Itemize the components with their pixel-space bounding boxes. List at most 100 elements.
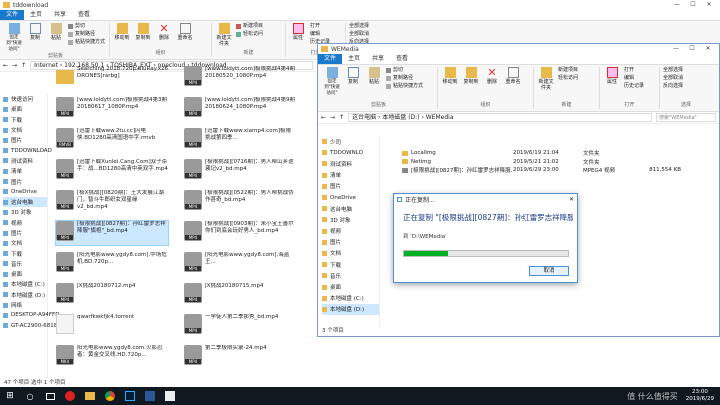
copy-to-button[interactable]: 复制到 <box>462 67 480 85</box>
nav-item[interactable]: 图片 <box>3 135 47 145</box>
file-tile[interactable]: MP4 [迅雷下载www.xiamp4.com]极限挑战第四季... <box>184 128 296 152</box>
nav-item[interactable]: TDDOWNLO <box>322 147 379 158</box>
task-view-button[interactable] <box>40 387 60 405</box>
photoshop-button[interactable] <box>120 387 140 405</box>
easy-access-button[interactable]: 轻松访问 <box>236 31 263 38</box>
nav-item[interactable]: 清单 <box>3 166 47 176</box>
paste-button[interactable]: 粘贴 <box>47 23 65 41</box>
tab-view[interactable]: 查看 <box>390 54 414 64</box>
open-button[interactable]: 打开 <box>310 23 330 30</box>
file-tile[interactable]: MP4 [极限挑战][0903期]：米小宝王善尔你们到底会玩好男人_bd.mp4 <box>184 221 296 245</box>
cut-button[interactable]: 剪切 <box>386 67 423 74</box>
edit-button[interactable]: 编辑 <box>310 31 330 38</box>
nav-item[interactable]: 本地磁盘 (C:) <box>322 293 379 304</box>
app-button[interactable] <box>140 387 160 405</box>
properties-button[interactable]: 属性 <box>289 23 307 41</box>
up-arrow-icon[interactable]: ↑ <box>339 114 344 121</box>
copy-to-button[interactable]: 复制到 <box>134 23 152 41</box>
file-row[interactable]: LocalImg 2019/6/19 21:04 文件夹 <box>402 149 719 158</box>
back-arrow-icon[interactable]: ← <box>3 62 8 69</box>
copy-path-button[interactable]: 复制路径 <box>386 75 423 82</box>
file-tile[interactable]: MP4 第二季极限实录-24.mp4 <box>184 345 296 369</box>
paste-shortcut-button[interactable]: 粘贴快捷方式 <box>68 39 105 46</box>
nav-item[interactable]: 下载 <box>322 259 379 270</box>
up-arrow-icon[interactable]: ↑ <box>21 62 26 69</box>
history-button[interactable]: 历史记录 <box>624 83 644 90</box>
dialog-close-button[interactable]: ✕ <box>569 196 574 203</box>
start-button[interactable]: ⊞ <box>0 387 20 405</box>
maximize-button[interactable]: ☐ <box>684 44 700 54</box>
nav-item[interactable]: 图片 <box>322 237 379 248</box>
nav-item[interactable]: 视频 <box>3 218 47 228</box>
file-tile[interactable]: MP4 JX挑战20180715.mp4 <box>184 283 296 307</box>
search-input[interactable]: 搜索"WEMedia" <box>656 113 716 122</box>
new-folder-button[interactable]: 新建文件夹 <box>537 67 555 91</box>
copy-button[interactable]: 复制 <box>344 67 362 85</box>
nav-item[interactable]: 音乐 <box>322 270 379 281</box>
move-to-button[interactable]: 移动到 <box>113 23 131 41</box>
nav-item[interactable]: 测试资料 <box>322 158 379 169</box>
app2-button[interactable] <box>160 387 180 405</box>
nav-item[interactable]: 桌面 <box>3 104 47 114</box>
nav-item[interactable]: DESKTOP-A94FFD <box>3 310 59 320</box>
nav-item[interactable]: 少司 <box>322 136 379 147</box>
nav-item[interactable]: 音乐 <box>3 259 47 269</box>
forward-arrow-icon[interactable]: → <box>12 62 17 69</box>
select-all-button[interactable]: 全部选择 <box>349 23 393 30</box>
nav-item[interactable]: 3D 对象 <box>3 207 47 217</box>
easy-access-button[interactable]: 轻松访问 <box>558 75 578 82</box>
nav-item[interactable]: 图片 <box>3 176 47 186</box>
file-tile[interactable]: MP4 [www.loldytt.com]极限挑战4第9期20180624_108… <box>184 97 296 121</box>
file-tile[interactable]: RMVB [迅雷下载www.2tu.cc]闪电侠.BD1280高清国语中字.rmv… <box>56 128 168 152</box>
open-button[interactable]: 打开 <box>624 67 644 74</box>
nav-item[interactable]: 图片 <box>322 181 379 192</box>
nav-item[interactable]: GT-AC2900-6818 <box>3 321 57 331</box>
rename-button[interactable]: 重命名 <box>176 23 194 41</box>
tab-home[interactable]: 主页 <box>24 10 48 20</box>
cut-button[interactable]: 剪切 <box>68 23 105 30</box>
tab-share[interactable]: 共享 <box>366 54 390 64</box>
back-arrow-icon[interactable]: ← <box>321 114 326 121</box>
nav-item[interactable]: 网络 <box>3 300 47 310</box>
tab-view[interactable]: 查看 <box>72 10 96 20</box>
nav-item[interactable]: 测试资料 <box>3 156 47 166</box>
nav-item[interactable]: OneDrive <box>3 187 47 197</box>
nav-item[interactable]: 桌面 <box>322 281 379 292</box>
nav-item[interactable]: 视频 <box>322 226 379 237</box>
address-path[interactable]: 这台电脑 › 本地磁盘 (D:) › WEMedia <box>348 113 652 122</box>
pin-quick-access-button[interactable]: 固定到"快速访问" <box>323 67 341 97</box>
nav-item[interactable]: 文档 <box>322 248 379 259</box>
file-tile[interactable]: SearchIng.2018.720p.BluRay.x264-DRONES[r… <box>56 66 168 90</box>
tab-home[interactable]: 主页 <box>342 54 366 64</box>
tab-share[interactable]: 共享 <box>48 10 72 20</box>
maximize-button[interactable]: ☐ <box>685 0 701 10</box>
select-none-button[interactable]: 全部取消 <box>663 75 683 82</box>
file-tile[interactable]: MP4 一学徒人第二季那秀_bd.mp4 <box>184 314 296 338</box>
file-explorer-button[interactable] <box>80 387 100 405</box>
chrome-button[interactable] <box>100 387 120 405</box>
file-tile[interactable]: MP4 [www.loldytt.com]极限挑战4第4期20180520_108… <box>184 66 296 90</box>
file-row[interactable]: [极限挑战][0827期]：孙红雷罗志祥降服... 2019/6/29 23:00… <box>402 166 719 175</box>
nav-item[interactable]: 下载 <box>3 115 47 125</box>
rename-button[interactable]: 重命名 <box>504 67 522 85</box>
nav-item[interactable]: TDDOWNLOAD <box>3 145 52 155</box>
file-tile[interactable]: MP4 [阳光电影www.ygdy8.com].中场危机.BD.720p... <box>56 252 168 276</box>
invert-selection-button[interactable]: 反向选择 <box>663 83 683 90</box>
delete-button[interactable]: ✕ 删除 <box>155 23 173 41</box>
nav-item[interactable]: 文档 <box>3 238 47 248</box>
nav-item[interactable]: 快速访问 <box>3 94 47 104</box>
file-tile[interactable]: qwarfkwkfjk4.torrent <box>56 314 168 338</box>
file-row[interactable]: Netimg 2019/5/21 21:02 文件夹 <box>402 158 719 167</box>
file-tile[interactable]: MP4 [极限挑战][0716期]：男人帮山乡逆袭记v2_bd.mp4 <box>184 159 296 183</box>
paste-button[interactable]: 粘贴 <box>365 67 383 85</box>
nav-item[interactable]: 图片 <box>3 228 47 238</box>
nav-item[interactable]: 文档 <box>3 125 47 135</box>
paste-shortcut-button[interactable]: 粘贴快捷方式 <box>386 83 423 90</box>
nav-item[interactable]: 下载 <box>3 248 47 258</box>
file-tile[interactable]: MP4 [阳光电影www.ygdy8.com].海盗王... <box>184 252 296 276</box>
select-none-button[interactable]: 全部取消 <box>349 31 393 38</box>
clock[interactable]: 23:00 2019/6/29 <box>686 389 714 403</box>
new-item-button[interactable]: 新建项目 <box>558 67 578 74</box>
minimize-button[interactable]: — <box>668 44 684 54</box>
file-tile[interactable]: MP4 [www.loldytt.com]极限挑战4第3期20180617_108… <box>56 97 168 121</box>
